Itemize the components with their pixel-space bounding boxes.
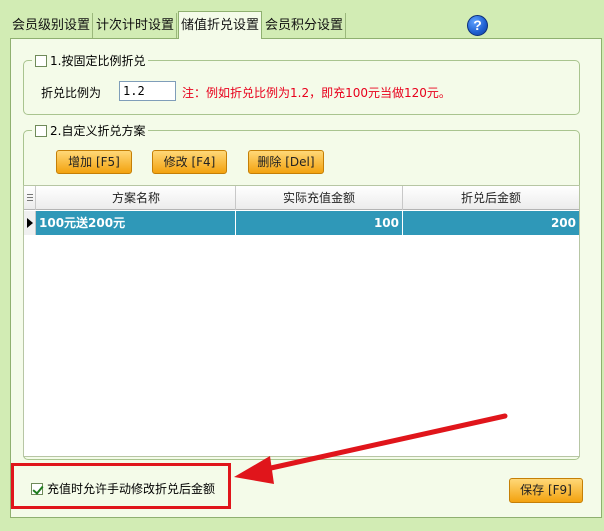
table-row[interactable]: 100元送200元 100 200 (24, 211, 579, 235)
column-header-actual-amount[interactable]: 实际充值金额 (236, 186, 403, 210)
row-pointer-icon (24, 211, 36, 235)
cell-actual-amount: 100 (236, 211, 403, 235)
settings-panel: 1.按固定比例折兑 折兑比例为 1.2 注：例如折兑比例为1.2，即充100元当… (10, 38, 602, 518)
add-button[interactable]: 增加 [F5] (56, 150, 132, 174)
custom-plan-title[interactable]: 2.自定义折兑方案 (32, 122, 149, 139)
fixed-ratio-checkbox[interactable] (35, 54, 47, 67)
ratio-input[interactable]: 1.2 (119, 81, 176, 101)
column-header-after-amount[interactable]: 折兑后金额 (403, 186, 579, 210)
ratio-note: 注：例如折兑比例为1.2，即充100元当做120元。 (182, 86, 451, 100)
custom-plan-label: 2.自定义折兑方案 (50, 124, 146, 138)
tab-count-timing[interactable]: 计次计时设置 (94, 13, 177, 38)
save-button[interactable]: 保存 [F9] (509, 478, 583, 503)
column-header-plan-name[interactable]: 方案名称 (37, 186, 236, 210)
cell-after-amount: 200 (550, 216, 576, 230)
tab-strip: 会员级别设置 计次计时设置 储值折兑设置 会员积分设置 ? (0, 0, 604, 39)
custom-plan-checkbox[interactable] (35, 124, 47, 137)
annotation-highlight-box (11, 463, 231, 509)
edit-button[interactable]: 修改 [F4] (152, 150, 227, 174)
tab-member-level[interactable]: 会员级别设置 (10, 13, 93, 38)
delete-button[interactable]: 删除 [Del] (248, 150, 324, 174)
table-header: 方案名称 实际充值金额 折兑后金额 (24, 186, 579, 210)
tab-stored-value-exchange[interactable]: 储值折兑设置 (178, 11, 262, 39)
plan-table[interactable]: 方案名称 实际充值金额 折兑后金额 100元送200元 100 200 (23, 185, 580, 457)
ratio-label: 折兑比例为 (41, 86, 102, 100)
fixed-ratio-title[interactable]: 1.按固定比例折兑 (32, 52, 149, 69)
tab-member-points[interactable]: 会员积分设置 (263, 13, 346, 38)
fixed-ratio-label: 1.按固定比例折兑 (50, 54, 146, 68)
cell-plan-name: 100元送200元 (37, 211, 236, 235)
column-chooser-icon[interactable] (24, 186, 36, 210)
help-question-icon[interactable]: ? (467, 15, 488, 36)
